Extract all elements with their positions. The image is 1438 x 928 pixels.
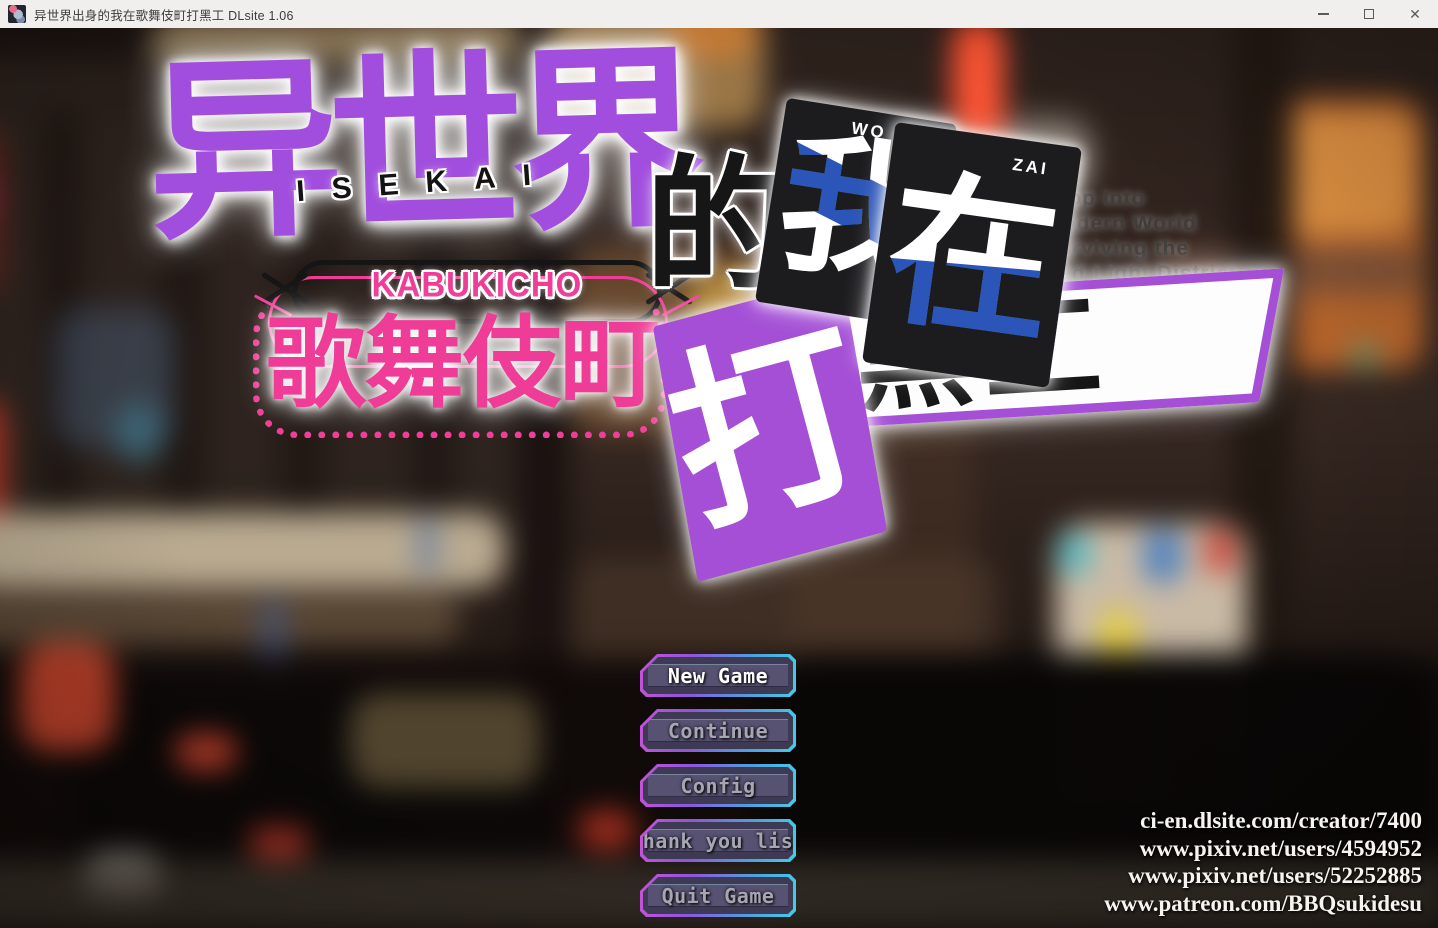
logo-card-zai: ZAI 在: [862, 122, 1082, 388]
logo-badge-cn: 歌舞伎町: [266, 308, 660, 420]
logo-badge-en: KABUKICHO: [371, 264, 583, 305]
close-button[interactable]: ✕: [1392, 0, 1438, 28]
close-icon: ✕: [1409, 6, 1421, 22]
maximize-icon: [1364, 9, 1374, 19]
window-controls: ✕: [1300, 0, 1438, 28]
link-line-pixiv-1: www.pixiv.net/users/4594952: [1139, 835, 1422, 861]
maximize-button[interactable]: [1346, 0, 1392, 28]
menu-button-label: Quit Game: [661, 883, 775, 908]
app-icon: [8, 5, 26, 23]
main-menu: New Game Continue Config Thank you list …: [640, 654, 796, 928]
menu-button-new-game[interactable]: New Game: [640, 654, 796, 697]
menu-button-label: Config: [680, 773, 756, 798]
tagline-line: Surviving the: [1043, 237, 1190, 260]
titlebar: 异世界出身的我在歌舞伎町打黑工 DLsite 1.06 ✕: [0, 0, 1438, 28]
menu-button-label: Thank you list: [630, 828, 806, 853]
menu-button-label: New Game: [667, 663, 769, 688]
menu-button-config[interactable]: Config: [640, 764, 796, 807]
link-line-patreon: www.patreon.com/BBQsukidesu: [1104, 890, 1422, 916]
minimize-button[interactable]: [1300, 0, 1346, 28]
link-line-pixiv-2: www.pixiv.net/users/52252885: [1128, 863, 1422, 888]
window-title: 异世界出身的我在歌舞伎町打黑工 DLsite 1.06: [34, 8, 294, 23]
menu-button-thank-you-list[interactable]: Thank you list: [640, 819, 796, 862]
menu-button-continue[interactable]: Continue: [640, 709, 796, 752]
link-line-ci-en: ci-en.dlsite.com/creator/7400: [1140, 808, 1422, 833]
minimize-icon: [1317, 13, 1329, 15]
game-screen: 异世界 ISEKAI KABUKICHO 歌舞伎町 的 WO 我 ZAI 在: [0, 28, 1438, 928]
game-window: 异世界出身的我在歌舞伎町打黑工 DLsite 1.06 ✕ 异世界 ISEKAI…: [0, 0, 1438, 928]
da-char: 打: [649, 299, 891, 558]
credit-links: ci-en.dlsite.com/creator/7400 www.pixiv.…: [1104, 807, 1422, 917]
menu-button-quit-game[interactable]: Quit Game: [640, 874, 796, 917]
menu-button-label: Continue: [667, 718, 769, 743]
